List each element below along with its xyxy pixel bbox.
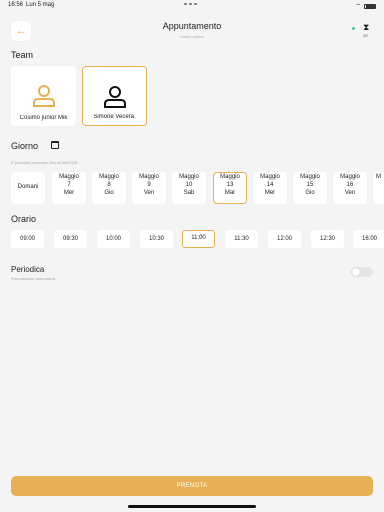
day-month: Maggio <box>139 174 159 180</box>
day-number: 13 <box>226 182 234 188</box>
timer-count: 29' <box>363 33 369 38</box>
day-month: Maggio <box>99 174 119 180</box>
day-option-partial[interactable]: M <box>373 172 384 204</box>
periodica-description: Prenotazione automatica <box>11 276 56 281</box>
battery-icon <box>364 3 376 9</box>
time-slot[interactable]: 16:00 <box>353 230 384 248</box>
periodica-toggle[interactable] <box>351 267 373 277</box>
hourglass-icon: ⧗ <box>363 22 370 32</box>
time-slot[interactable]: 09:00 <box>11 230 44 248</box>
day-number: 14 <box>266 182 274 188</box>
day-month: Maggio <box>340 174 360 180</box>
time-slot[interactable]: 10:00 <box>97 230 130 248</box>
day-option[interactable]: Maggio 7 Mer <box>52 172 86 204</box>
day-weekday: Mar <box>224 190 236 196</box>
day-month: Maggio <box>260 174 280 180</box>
day-weekday: Sab <box>183 190 195 196</box>
day-option-selected[interactable]: Maggio 13 Mar <box>213 172 247 204</box>
day-weekday: Ven <box>143 190 155 196</box>
day-option[interactable]: Domani <box>11 172 45 204</box>
day-number: 8 <box>107 182 111 188</box>
status-date: Lun 5 mag <box>26 2 55 8</box>
day-option[interactable]: Maggio 10 Sab <box>172 172 206 204</box>
day-number: 10 <box>185 182 193 188</box>
day-number: 16 <box>346 182 354 188</box>
day-weekday: Mer <box>264 190 276 196</box>
day-month: M <box>376 174 381 180</box>
day-weekday: Ven <box>344 190 356 196</box>
status-dot-icon <box>352 27 355 30</box>
team-section-label: Team <box>11 50 34 60</box>
status-bar: 16:56 Lun 5 mag ⌔ <box>0 0 384 10</box>
time-slot[interactable]: 12:30 <box>311 230 344 248</box>
day-option[interactable]: Maggio 14 Mer <box>253 172 287 204</box>
calendar-icon[interactable] <box>51 141 59 149</box>
user-icon <box>32 85 55 107</box>
page-title: Appuntamento <box>162 21 222 31</box>
day-weekday: Gio <box>305 190 315 196</box>
team-member-card[interactable]: Cosimo junior Mik <box>11 66 76 126</box>
giorno-section-label: Giorno <box>11 141 39 151</box>
status-right: ⌔ <box>355 2 376 10</box>
status-time: 16:56 <box>8 2 24 8</box>
day-option[interactable]: Maggio 16 Ven <box>333 172 367 204</box>
team-member-name: Simone Vecera. <box>93 114 136 120</box>
day-weekday: Mer <box>63 190 75 196</box>
day-option[interactable]: Maggio 9 Ven <box>132 172 166 204</box>
toggle-knob <box>352 268 360 276</box>
page-subtitle: nuovo ordine <box>180 34 204 39</box>
home-indicator[interactable] <box>128 505 256 508</box>
prenota-button[interactable]: PRENOTA <box>11 476 373 496</box>
time-slot[interactable]: 09:30 <box>54 230 87 248</box>
multitask-dots[interactable] <box>184 3 200 6</box>
day-month: Maggio <box>220 174 240 180</box>
time-slot[interactable]: 10:30 <box>140 230 173 248</box>
orario-section-label: Orario <box>11 214 37 224</box>
day-month: Maggio <box>300 174 320 180</box>
periodica-label: Periodica <box>11 265 45 274</box>
day-line-1: Domani <box>17 184 39 190</box>
team-member-name: Cosimo junior Mik <box>19 115 68 121</box>
day-option[interactable]: Maggio 15 Gio <box>293 172 327 204</box>
user-icon <box>103 86 126 108</box>
day-number: 9 <box>147 182 151 188</box>
day-option[interactable]: Maggio 8 Gio <box>92 172 126 204</box>
time-slot[interactable]: 11:30 <box>225 230 258 248</box>
day-number: 7 <box>67 182 71 188</box>
team-member-card-selected[interactable]: Simone Vecera. <box>82 66 147 126</box>
day-weekday: Gio <box>104 190 114 196</box>
day-number: 15 <box>306 182 314 188</box>
wifi-icon: ⌔ <box>355 4 361 10</box>
time-slot[interactable]: 12:00 <box>268 230 301 248</box>
day-month: Maggio <box>59 174 79 180</box>
booking-limit-note: È possibile prenotare fino al 5/8/2025 <box>11 160 78 165</box>
day-month: Maggio <box>179 174 199 180</box>
time-slot-selected[interactable]: 11:00 <box>182 230 215 248</box>
